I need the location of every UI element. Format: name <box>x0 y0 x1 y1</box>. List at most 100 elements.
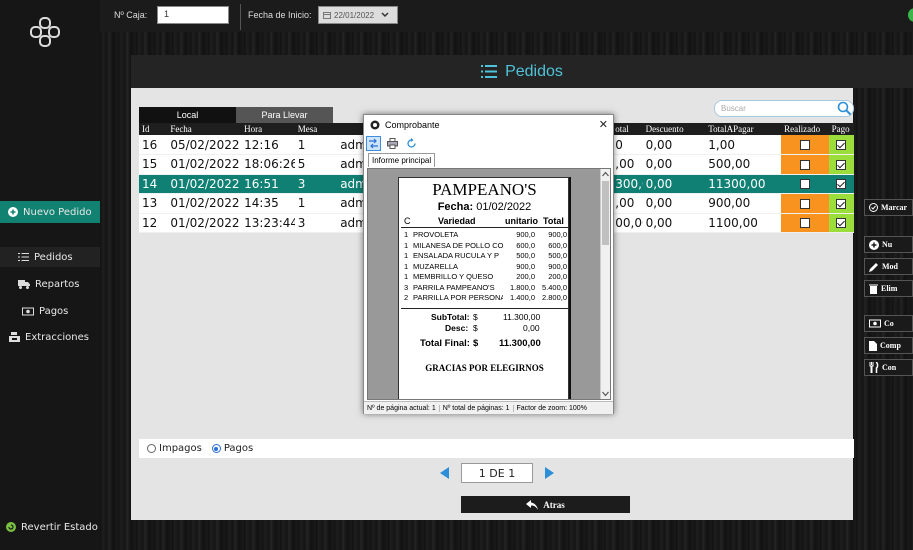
scroll-down-icon[interactable] <box>601 390 610 398</box>
dialog-title: Comprobante <box>385 119 440 130</box>
receipt-item-unitario: 200,0 <box>516 272 535 281</box>
cell-mesa: 1 <box>294 135 338 155</box>
receipt-item-total: 500,0 <box>548 251 567 260</box>
eliminar-button[interactable]: Elim <box>864 280 913 297</box>
dialog-titlebar[interactable]: Comprobante ✕ <box>364 115 613 134</box>
scrollbar-thumb[interactable] <box>602 181 609 245</box>
realizado-checkbox[interactable] <box>799 198 810 209</box>
column-header[interactable]: Pago <box>828 123 854 135</box>
receipt-fecha: Fecha: 01/02/2022 <box>399 201 570 213</box>
column-header[interactable]: otal <box>612 123 643 135</box>
cell-hora: 18:06:26 <box>241 154 295 175</box>
column-header[interactable]: Fecha <box>167 123 242 135</box>
cell-hora: 13:23:44 <box>241 213 295 233</box>
receipt-item-total: 200,0 <box>548 272 567 281</box>
cell-mesa: 3 <box>294 174 338 194</box>
cobrar-button[interactable]: Co <box>864 315 913 332</box>
fecha-inicio-select[interactable]: 22/01/2022 <box>318 6 398 24</box>
realizado-checkbox[interactable] <box>799 140 810 150</box>
realizado-checkbox[interactable] <box>799 218 810 229</box>
page-header: Pedidos <box>131 55 913 88</box>
next-page-icon[interactable] <box>544 467 554 479</box>
cell-id: 13 <box>139 193 168 214</box>
column-header[interactable]: TotalAPagar <box>705 123 782 135</box>
cell-descuento: 0,00 <box>642 135 706 155</box>
column-header[interactable]: Mesa <box>294 123 338 135</box>
receipt-currency: $ <box>473 338 479 349</box>
cell-hora: 16:51 <box>241 174 295 194</box>
sidebar-item-extracciones[interactable]: Extracciones <box>0 328 100 346</box>
revertir-estado-label: Revertir Estado <box>21 521 98 533</box>
receipt-item-variedad: MEMBRILLO Y QUESO <box>413 272 494 281</box>
radio-button[interactable] <box>147 444 156 453</box>
column-header[interactable]: Realizado <box>781 123 829 135</box>
atras-button[interactable]: Atras <box>461 496 630 513</box>
caja-input[interactable]: 1 <box>157 6 229 24</box>
search-icon[interactable] <box>837 101 852 116</box>
marcar-button[interactable]: Marcar <box>864 199 913 216</box>
sidebar-item-label: Pagos <box>39 305 69 317</box>
scroll-up-icon[interactable] <box>601 170 610 178</box>
pagos-radio[interactable]: Pagos <box>211 443 254 454</box>
receipt-desc-label: Desc: <box>445 323 469 333</box>
radio-button[interactable] <box>211 444 221 453</box>
print-button[interactable] <box>385 136 400 151</box>
nuevo-pedido-button[interactable]: Nuevo Pedido <box>0 201 100 223</box>
receipt-item-c: 1 <box>404 261 409 271</box>
receipt-item-c: 1 <box>404 251 409 260</box>
pago-checkbox[interactable] <box>836 198 847 209</box>
pago-checkbox[interactable] <box>836 179 847 190</box>
sidebar-item-pagos[interactable]: Pagos <box>0 302 100 320</box>
cell-totalpagar: 500,00 <box>705 154 782 175</box>
cell-total: 00,00 <box>612 213 643 233</box>
pago-checkbox[interactable] <box>836 140 847 150</box>
column-header[interactable]: Descuento <box>642 123 706 135</box>
receipt-header-row: C Variedad unitario Total <box>401 216 568 228</box>
cell-fecha: 01/02/2022 <box>167 213 242 233</box>
cell-mesa: 3 <box>294 213 338 233</box>
cell-realizado <box>781 135 829 155</box>
tab-informe-principal[interactable]: Informe principal <box>368 153 436 167</box>
revertir-estado-button[interactable]: Revertir Estado <box>0 518 100 536</box>
column-header[interactable]: Id <box>139 123 168 135</box>
eliminar-label: Elim <box>881 284 898 293</box>
cell-descuento: 0,00 <box>642 154 706 175</box>
nuevo-button[interactable]: Nu <box>864 236 913 253</box>
cell-fecha: 01/02/2022 <box>167 193 242 214</box>
consumo-button[interactable]: Con <box>864 359 913 376</box>
close-icon[interactable]: ✕ <box>599 118 608 131</box>
vertical-scrollbar[interactable] <box>600 169 610 399</box>
search-input[interactable]: Buscar <box>714 100 854 117</box>
refresh-button[interactable] <box>404 136 419 151</box>
modificar-button[interactable]: Mod <box>864 258 913 275</box>
pago-checkbox[interactable] <box>836 218 847 229</box>
tab-para-llevar[interactable]: Para Llevar <box>236 107 333 123</box>
sidebar-item-pedidos[interactable]: Pedidos <box>0 247 100 267</box>
receipt-subtotal-value: 11.300,00 <box>503 312 541 322</box>
refresh-icon <box>407 138 416 148</box>
receipt-item-unitario: 1.400,0 <box>509 293 535 302</box>
cell-total: 0 <box>612 135 643 155</box>
pagos-label: Pagos <box>223 443 254 454</box>
pago-checkbox[interactable] <box>836 159 847 170</box>
cash-register-icon <box>9 332 20 342</box>
export-button[interactable] <box>366 136 381 151</box>
comprobante-button[interactable]: Comp <box>864 337 913 354</box>
status-current-page: Nº de página actual: 1 <box>364 404 440 412</box>
receipt-item-row: 1 MUZARELLA 900,0 900,0 <box>401 262 568 273</box>
receipt-col-variedad: Variedad <box>438 216 476 226</box>
tab-local[interactable]: Local <box>139 107 236 123</box>
cell-fecha: 01/02/2022 <box>167 154 242 175</box>
column-header[interactable]: Hora <box>241 123 295 135</box>
receipt-thanks: GRACIAS POR ELEGIRNOS <box>425 363 544 373</box>
receipt-item-variedad: MILANESA DE POLLO CO <box>413 240 503 250</box>
receipt-total-final-value: 11.300,00 <box>499 338 541 349</box>
impagos-radio[interactable]: Impagos <box>147 443 202 454</box>
truck-icon <box>18 280 30 289</box>
realizado-checkbox[interactable] <box>799 179 810 190</box>
realizado-checkbox[interactable] <box>799 159 810 170</box>
prev-page-icon[interactable] <box>440 467 450 479</box>
status-zoom: Factor de zoom: 100% <box>516 404 587 412</box>
document-icon <box>869 340 877 351</box>
sidebar-item-repartos[interactable]: Repartos <box>0 275 100 293</box>
